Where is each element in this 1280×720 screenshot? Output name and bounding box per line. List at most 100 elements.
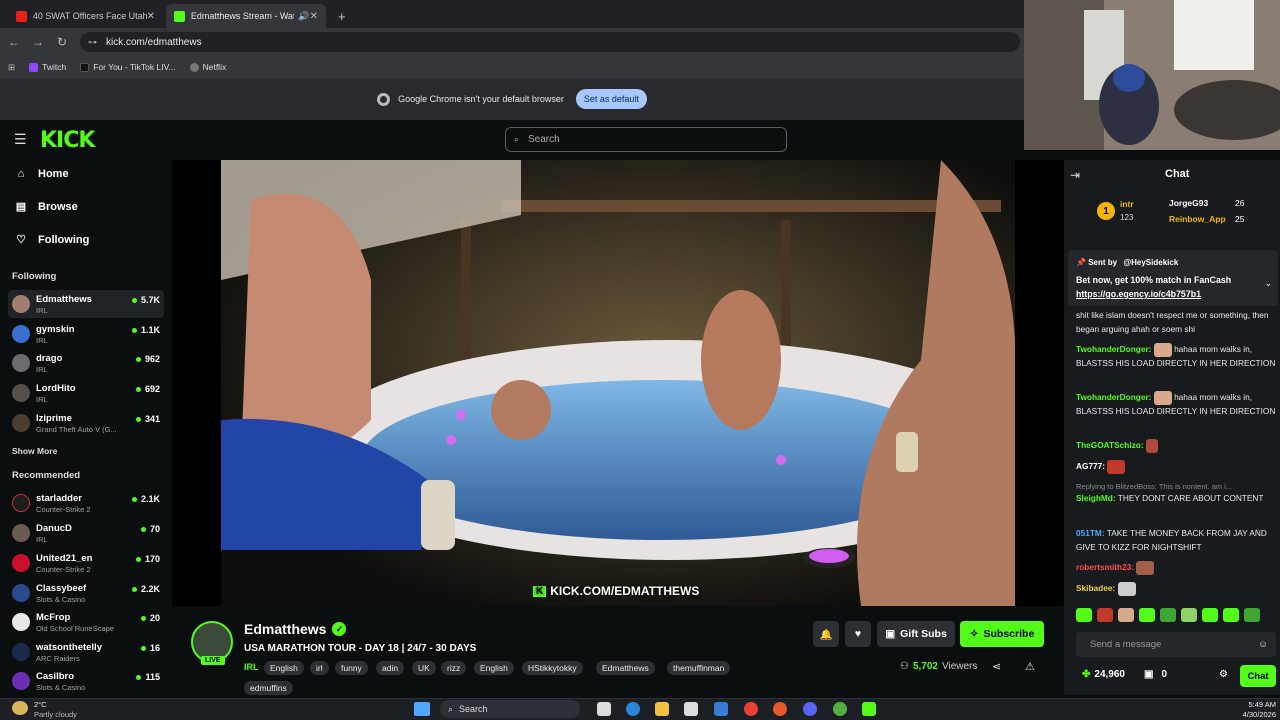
following-item[interactable]: LordHito IRL 692 bbox=[8, 379, 164, 407]
tab-1[interactable]: 40 SWAT Officers Face Utah's D ✕ bbox=[8, 4, 163, 28]
top-gifter-name[interactable]: intr bbox=[1120, 199, 1134, 209]
following-item[interactable]: Iziprime Grand Theft Auto V (G... 341 bbox=[8, 409, 164, 437]
bookmark-tiktok[interactable]: For You - TikTok LIV... bbox=[80, 62, 176, 72]
chat-send-button[interactable]: Chat bbox=[1240, 665, 1276, 687]
emote-icon[interactable] bbox=[1181, 608, 1197, 622]
search-input[interactable]: ⌕ Search bbox=[505, 127, 787, 152]
bookmark-netflix[interactable]: Netflix bbox=[189, 62, 226, 72]
recommended-item[interactable]: United21_en Counter-Strike 2 170 bbox=[8, 549, 164, 577]
mail-icon[interactable] bbox=[714, 702, 728, 716]
clock-date[interactable]: 4/30/2026 bbox=[1236, 710, 1276, 719]
show-more-button[interactable]: Show More bbox=[12, 446, 57, 456]
pinned-sender[interactable]: @HeySidekick bbox=[1123, 258, 1178, 267]
emote-icon[interactable] bbox=[1139, 608, 1155, 622]
follow-button[interactable]: ♥ bbox=[845, 621, 871, 647]
subscribe-button[interactable]: ✧ Subscribe bbox=[960, 621, 1044, 647]
tag[interactable]: adin bbox=[376, 661, 405, 675]
weather-desc[interactable]: Partly cloudy bbox=[34, 710, 77, 719]
emote-icon[interactable] bbox=[1097, 608, 1113, 622]
taskbar-search[interactable]: ⌕ Search bbox=[440, 700, 580, 718]
tag[interactable]: rizz bbox=[441, 661, 467, 675]
recommended-item[interactable]: starladder Counter-Strike 2 2.1K bbox=[8, 489, 164, 517]
tag[interactable]: UK bbox=[412, 661, 436, 675]
set-default-button[interactable]: Set as default bbox=[575, 89, 647, 109]
nav-home[interactable]: ⌂ Home bbox=[14, 168, 69, 180]
emote-icon[interactable] bbox=[1076, 608, 1092, 622]
url-bar[interactable]: ⊶ kick.com/edmatthews bbox=[80, 32, 1020, 52]
emote-icon[interactable] bbox=[1244, 608, 1260, 622]
channel-points[interactable]: ✤ 24,960 bbox=[1082, 669, 1125, 680]
chat-username[interactable]: SleighMd: bbox=[1076, 493, 1116, 503]
settings-icon[interactable]: ⚙ bbox=[1219, 669, 1228, 680]
discord-icon[interactable] bbox=[803, 702, 817, 716]
gifter-name[interactable]: Reinbow_App bbox=[1169, 214, 1226, 224]
gifter-name[interactable]: JorgeG93 bbox=[1169, 198, 1208, 208]
emote-icon[interactable] bbox=[1118, 608, 1134, 622]
tag[interactable]: English bbox=[264, 661, 304, 675]
back-icon[interactable]: ← bbox=[2, 35, 26, 49]
close-icon[interactable]: ✕ bbox=[147, 11, 155, 22]
app-icon[interactable] bbox=[773, 702, 787, 716]
emoji-icon[interactable]: ☺ bbox=[1258, 639, 1268, 650]
weather-temp[interactable]: 2°C bbox=[34, 700, 47, 709]
notification-bell-button[interactable]: 🔔 bbox=[813, 621, 839, 647]
xbox-icon[interactable] bbox=[833, 702, 847, 716]
chat-username[interactable]: robertsmith23: bbox=[1076, 562, 1134, 572]
tag[interactable]: themuffinman bbox=[667, 661, 731, 675]
emote-icon[interactable] bbox=[1202, 608, 1218, 622]
following-item[interactable]: gymskin IRL 1.1K bbox=[8, 320, 164, 348]
chat-username[interactable]: TwohanderDonger: bbox=[1076, 392, 1151, 402]
channel-name[interactable]: Edmatthews bbox=[244, 621, 326, 637]
recommended-item[interactable]: watsonthetelly ARC Raiders 16 bbox=[8, 638, 164, 666]
chat-username[interactable]: 051TM: bbox=[1076, 528, 1105, 538]
tab-2[interactable]: Edmatthews Stream - Watc 🔊 ✕ bbox=[166, 4, 326, 28]
kick-app-icon[interactable] bbox=[862, 702, 876, 716]
task-view-icon[interactable] bbox=[597, 702, 611, 716]
nav-browse[interactable]: ▤ Browse bbox=[14, 200, 78, 214]
tag[interactable]: English bbox=[474, 661, 514, 675]
chat-username[interactable]: Skibadee: bbox=[1076, 583, 1115, 593]
file-explorer-icon[interactable] bbox=[655, 702, 669, 716]
tag[interactable]: Edmatthews bbox=[596, 661, 655, 675]
menu-icon[interactable]: ☰ bbox=[14, 131, 27, 148]
category-link[interactable]: IRL bbox=[244, 662, 259, 672]
clock-time[interactable]: 5:49 AM bbox=[1236, 700, 1276, 709]
video-frame[interactable]: K KICK.COM/EDMATTHEWS bbox=[221, 160, 1015, 606]
chat-username[interactable]: AG777: bbox=[1076, 461, 1105, 471]
store-icon[interactable] bbox=[684, 702, 698, 716]
new-tab-button[interactable]: + bbox=[330, 4, 354, 28]
collapse-chat-icon[interactable]: ⇥ bbox=[1070, 168, 1080, 182]
emote-icon[interactable] bbox=[1223, 608, 1239, 622]
nav-following[interactable]: ♡ Following bbox=[14, 233, 89, 247]
recommended-item[interactable]: Classybeef Slots & Casino 2.2K bbox=[8, 579, 164, 607]
chat-input[interactable]: Send a message ☺ bbox=[1076, 632, 1276, 657]
emote-icon[interactable] bbox=[1160, 608, 1176, 622]
apps-icon[interactable]: ⊞ bbox=[8, 62, 15, 73]
forward-icon[interactable]: → bbox=[26, 35, 50, 49]
kick-logo[interactable]: KICK bbox=[40, 128, 95, 153]
tag[interactable]: HStikkytokky bbox=[522, 661, 583, 675]
tag[interactable]: funny bbox=[335, 661, 368, 675]
chrome-icon[interactable] bbox=[744, 702, 758, 716]
chat-username[interactable]: TwohanderDonger: bbox=[1076, 344, 1151, 354]
following-item[interactable]: Edmatthews IRL 5.7K bbox=[8, 290, 164, 318]
tag[interactable]: irl bbox=[310, 661, 329, 675]
following-item[interactable]: drago IRL 962 bbox=[8, 349, 164, 377]
reload-icon[interactable]: ↻ bbox=[50, 35, 74, 49]
windows-start-icon[interactable] bbox=[414, 702, 430, 716]
gift-subs-button[interactable]: ▣ Gift Subs bbox=[877, 621, 955, 647]
recommended-item[interactable]: Casilbro Slots & Casino 115 bbox=[8, 667, 164, 695]
site-info-icon[interactable]: ⊶ bbox=[88, 37, 97, 48]
close-icon[interactable]: ✕ bbox=[310, 11, 318, 22]
report-icon[interactable]: ⚠ bbox=[1025, 660, 1035, 673]
pinned-link[interactable]: https://go.egency.io/c4b757b1 bbox=[1076, 289, 1201, 299]
speaker-icon[interactable]: 🔊 bbox=[298, 11, 309, 22]
recommended-item[interactable]: McFrop Old School RuneScape 20 bbox=[8, 608, 164, 636]
tag[interactable]: edmuffins bbox=[244, 681, 293, 695]
chevron-down-icon[interactable]: ⌄ bbox=[1264, 278, 1272, 289]
gifts-count[interactable]: ▣ 0 bbox=[1144, 669, 1167, 680]
recommended-item[interactable]: DanucD IRL 70 bbox=[8, 519, 164, 547]
edge-icon[interactable] bbox=[626, 702, 640, 716]
share-icon[interactable]: ⋖ bbox=[992, 660, 1001, 673]
bookmark-twitch[interactable]: Twitch bbox=[29, 62, 66, 72]
